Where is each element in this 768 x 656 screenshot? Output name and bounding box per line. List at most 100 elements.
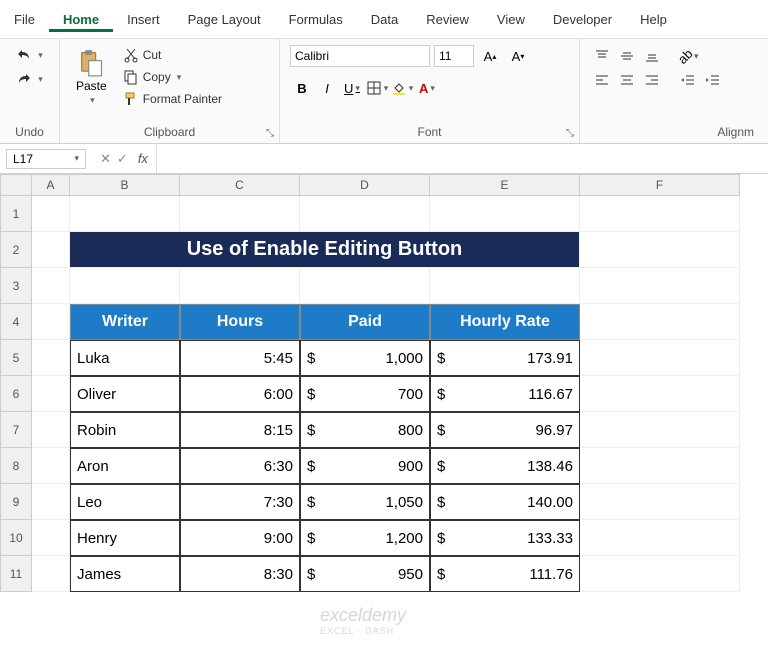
cell[interactable]: 9:00 (180, 520, 300, 556)
clipboard-launcher-icon[interactable]: ⤡ (263, 127, 277, 141)
menu-formulas[interactable]: Formulas (275, 8, 357, 32)
cell[interactable]: $96.97 (430, 412, 580, 448)
decrease-indent-button[interactable] (676, 69, 700, 91)
row-header-11[interactable]: 11 (0, 556, 32, 592)
row-header-3[interactable]: 3 (0, 268, 32, 304)
enter-formula-icon[interactable]: ✓ (117, 151, 128, 167)
row-header-9[interactable]: 9 (0, 484, 32, 520)
row-header-6[interactable]: 6 (0, 376, 32, 412)
col-header-E[interactable]: E (430, 174, 580, 196)
cell[interactable] (300, 196, 430, 232)
font-name-select[interactable] (290, 45, 430, 67)
menu-file[interactable]: File (0, 8, 49, 32)
cell[interactable]: Leo (70, 484, 180, 520)
select-all-corner[interactable] (0, 174, 32, 196)
cell[interactable]: $116.67 (430, 376, 580, 412)
cell[interactable]: Luka (70, 340, 180, 376)
cell[interactable] (32, 232, 70, 268)
cell[interactable]: 6:00 (180, 376, 300, 412)
format-painter-button[interactable]: Format Painter (119, 89, 226, 109)
menu-data[interactable]: Data (357, 8, 412, 32)
row-header-7[interactable]: 7 (0, 412, 32, 448)
undo-button[interactable]: ▾ (12, 45, 47, 65)
menu-page-layout[interactable]: Page Layout (174, 8, 275, 32)
cell[interactable]: 8:30 (180, 556, 300, 592)
cell[interactable]: $1,000 (300, 340, 430, 376)
col-header-D[interactable]: D (300, 174, 430, 196)
cell[interactable] (580, 340, 740, 376)
cell[interactable]: $173.91 (430, 340, 580, 376)
increase-indent-button[interactable] (701, 69, 725, 91)
cell[interactable]: Robin (70, 412, 180, 448)
cell[interactable] (580, 412, 740, 448)
copy-button[interactable]: Copy▾ (119, 67, 226, 87)
align-bottom-button[interactable] (640, 45, 664, 67)
align-right-button[interactable] (640, 69, 664, 91)
paste-button[interactable]: Paste▾ (70, 45, 113, 110)
row-header-4[interactable]: 4 (0, 304, 32, 340)
cell[interactable] (32, 340, 70, 376)
cell[interactable]: Writer (70, 304, 180, 340)
cell[interactable] (70, 268, 180, 304)
cell[interactable]: James (70, 556, 180, 592)
cell[interactable] (70, 196, 180, 232)
cell[interactable] (32, 412, 70, 448)
col-header-B[interactable]: B (70, 174, 180, 196)
cell[interactable] (32, 268, 70, 304)
cell[interactable]: 5:45 (180, 340, 300, 376)
cell[interactable] (580, 520, 740, 556)
row-header-10[interactable]: 10 (0, 520, 32, 556)
cell[interactable] (580, 268, 740, 304)
col-header-A[interactable]: A (32, 174, 70, 196)
cell[interactable]: $111.76 (430, 556, 580, 592)
cell[interactable]: $900 (300, 448, 430, 484)
fx-icon[interactable]: fx (138, 151, 148, 167)
cell[interactable]: Hours (180, 304, 300, 340)
menu-view[interactable]: View (483, 8, 539, 32)
cell[interactable]: $950 (300, 556, 430, 592)
cell[interactable] (580, 484, 740, 520)
italic-button[interactable]: I (315, 77, 339, 99)
cell[interactable] (300, 268, 430, 304)
cell[interactable]: $1,200 (300, 520, 430, 556)
cell[interactable] (32, 304, 70, 340)
menu-insert[interactable]: Insert (113, 8, 174, 32)
menu-help[interactable]: Help (626, 8, 681, 32)
decrease-font-button[interactable]: A▾ (506, 45, 530, 67)
menu-developer[interactable]: Developer (539, 8, 626, 32)
cell[interactable] (32, 196, 70, 232)
cell[interactable] (32, 520, 70, 556)
cell[interactable]: Oliver (70, 376, 180, 412)
font-launcher-icon[interactable]: ⤡ (563, 127, 577, 141)
row-header-2[interactable]: 2 (0, 232, 32, 268)
font-size-select[interactable] (434, 45, 474, 67)
grid-area[interactable]: Use of Enable Editing ButtonWriterHoursP… (32, 196, 740, 592)
cell[interactable]: Henry (70, 520, 180, 556)
cell[interactable] (180, 268, 300, 304)
menu-home[interactable]: Home (49, 8, 113, 32)
cell[interactable] (580, 196, 740, 232)
border-button[interactable]: ▾ (365, 77, 389, 99)
cell[interactable] (180, 196, 300, 232)
cell[interactable]: $1,050 (300, 484, 430, 520)
cell[interactable] (580, 376, 740, 412)
cell[interactable] (32, 556, 70, 592)
cell[interactable]: Aron (70, 448, 180, 484)
cell[interactable] (580, 304, 740, 340)
name-box[interactable]: L17▾ (6, 149, 86, 169)
underline-button[interactable]: U▾ (340, 77, 364, 99)
cell[interactable]: 8:15 (180, 412, 300, 448)
align-left-button[interactable] (590, 69, 614, 91)
cell[interactable]: $138.46 (430, 448, 580, 484)
menu-review[interactable]: Review (412, 8, 483, 32)
increase-font-button[interactable]: A▴ (478, 45, 502, 67)
bold-button[interactable]: B (290, 77, 314, 99)
cell[interactable] (580, 556, 740, 592)
cell[interactable]: 6:30 (180, 448, 300, 484)
cell[interactable] (32, 484, 70, 520)
row-header-8[interactable]: 8 (0, 448, 32, 484)
font-color-button[interactable]: A▾ (415, 77, 439, 99)
cell[interactable] (32, 448, 70, 484)
fill-color-button[interactable]: ▾ (390, 77, 414, 99)
cell[interactable] (430, 268, 580, 304)
